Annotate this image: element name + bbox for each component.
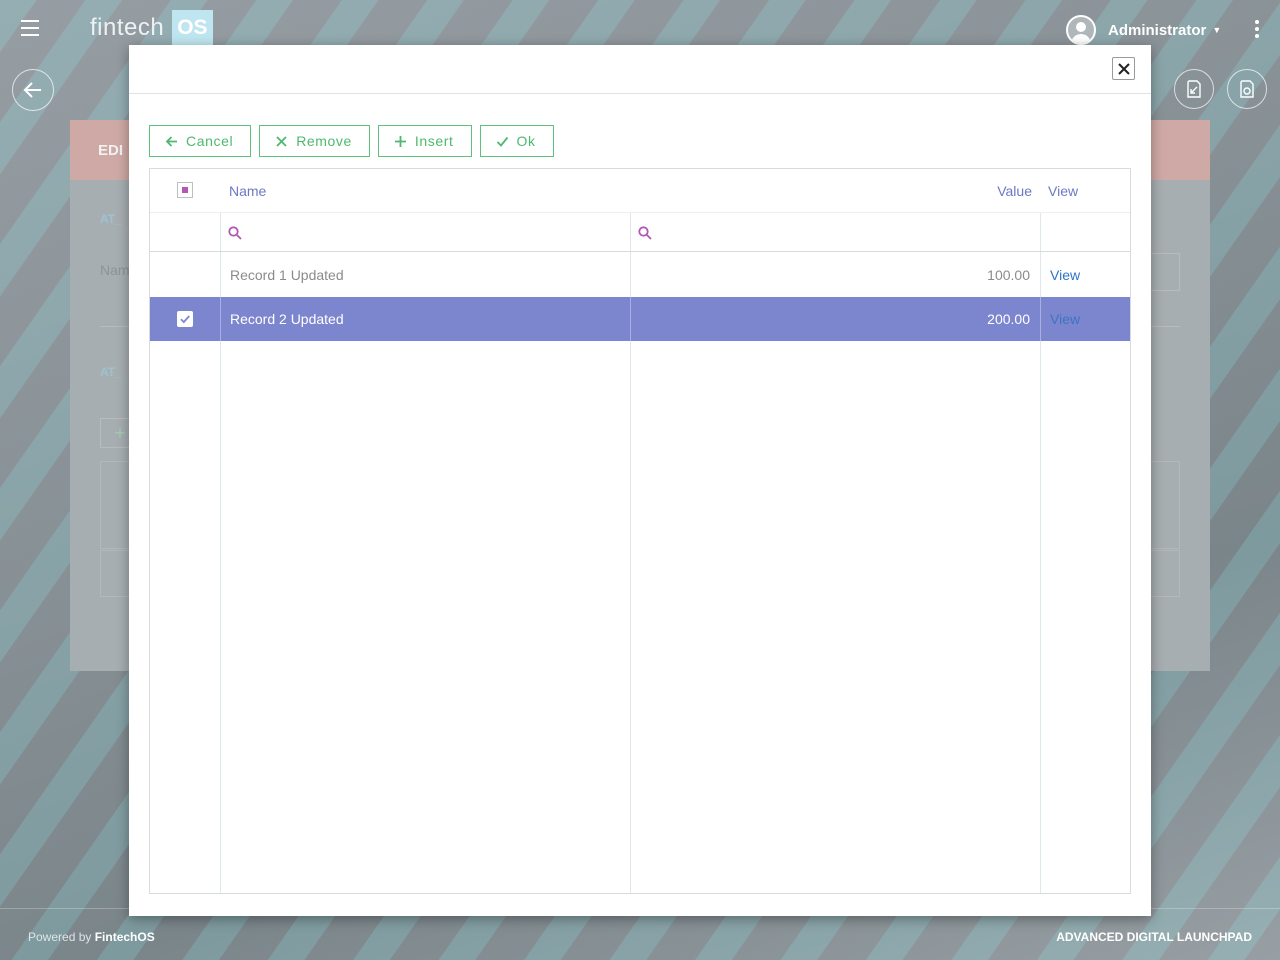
cancel-button[interactable]: Cancel [149, 125, 252, 157]
lookup-modal: Cancel Remove Insert Ok Name Value View [129, 45, 1151, 916]
logo-box: OS [172, 10, 213, 46]
view-link[interactable]: View [1050, 311, 1080, 327]
arrow-left-icon [23, 82, 41, 98]
sd-card-arrow-icon [1187, 80, 1201, 98]
product-name: ADVANCED DIGITAL LAUNCHPAD [1056, 930, 1252, 944]
table-row[interactable]: Record 1 Updated 100.00 View [150, 253, 1130, 297]
cell-value: 200.00 [987, 311, 1030, 327]
hamburger-icon[interactable] [21, 20, 39, 36]
close-icon [1117, 62, 1130, 75]
column-header-view: View [1048, 183, 1079, 199]
records-grid: Name Value View Record 1 Updated 100.00 … [149, 168, 1131, 894]
view-link[interactable]: View [1050, 267, 1080, 283]
app-logo: fintech OS [90, 10, 213, 46]
arrow-left-icon [165, 135, 177, 147]
caret-down-icon: ▼ [1212, 25, 1222, 35]
powered-prefix: Powered by [28, 930, 95, 944]
insert-button[interactable]: Insert [377, 125, 472, 157]
user-name: Administrator [1108, 21, 1207, 39]
column-header-value[interactable]: Value [997, 183, 1032, 199]
powered-by: Powered by FintechOS [28, 930, 155, 944]
remove-button[interactable]: Remove [259, 125, 370, 157]
column-divider [1040, 297, 1041, 341]
modal-header [129, 45, 1151, 94]
avatar [1066, 15, 1096, 45]
insert-label: Insert [414, 133, 454, 149]
table-row-selected[interactable]: Record 2 Updated 200.00 View [150, 297, 1130, 341]
modal-toolbar: Cancel Remove Insert Ok [149, 125, 554, 157]
import-button[interactable] [1174, 69, 1214, 109]
remove-label: Remove [296, 133, 352, 149]
background-field-label: Nam [100, 262, 130, 278]
background-section-label-2: AT_ [100, 365, 122, 379]
column-header-name[interactable]: Name [229, 183, 266, 199]
sd-card-refresh-icon [1240, 80, 1254, 98]
row-checkbox[interactable] [177, 311, 193, 327]
ok-button[interactable]: Ok [479, 125, 554, 157]
column-divider [630, 297, 631, 341]
plus-icon [394, 135, 406, 147]
more-options-icon[interactable] [1255, 20, 1259, 38]
close-button[interactable] [1112, 57, 1135, 80]
background-card-title: EDI [98, 142, 124, 159]
cell-name: Record 2 Updated [230, 311, 344, 327]
select-all-checkbox[interactable] [177, 182, 193, 198]
user-menu[interactable]: Administrator ▼ [1066, 14, 1221, 46]
back-button[interactable] [12, 69, 54, 111]
cell-name: Record 1 Updated [230, 267, 344, 283]
refresh-button[interactable] [1227, 69, 1267, 109]
ok-label: Ok [516, 133, 536, 149]
search-icon[interactable] [228, 226, 242, 240]
check-icon [180, 315, 190, 324]
grid-header: Name Value View [150, 169, 1130, 213]
cancel-label: Cancel [186, 133, 234, 149]
powered-brand: FintechOS [94, 930, 155, 944]
cell-value: 100.00 [987, 267, 1030, 283]
background-section-label: AT_ [100, 212, 122, 226]
filter-row [150, 213, 1130, 252]
partial-check-indicator [182, 187, 188, 193]
close-icon [276, 135, 287, 147]
check-icon [496, 136, 508, 147]
column-divider [220, 297, 221, 341]
search-icon[interactable] [638, 226, 652, 240]
logo-text: fintech [90, 14, 165, 41]
